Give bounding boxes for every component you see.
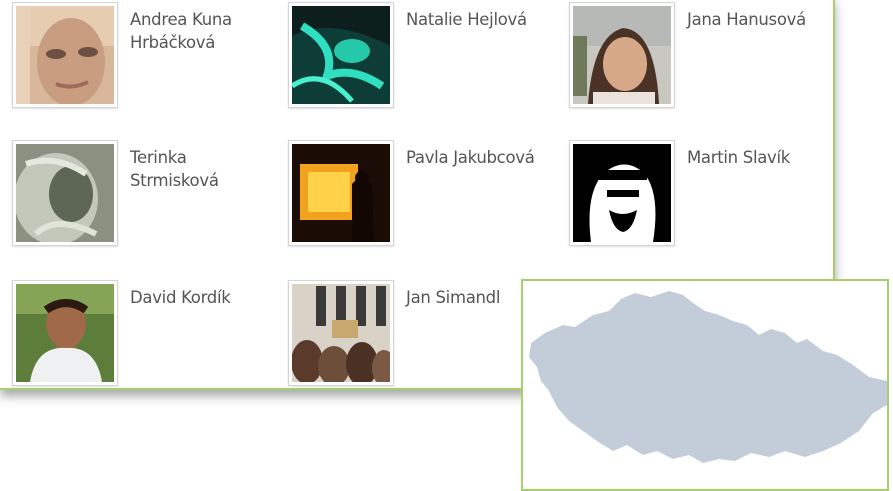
friend-photo[interactable] [12, 140, 118, 246]
avatar [292, 6, 390, 104]
friend-name-link[interactable]: Terinka Strmisková [130, 146, 270, 192]
friend-name-link[interactable]: David Kordík [130, 286, 270, 309]
czech-republic-map[interactable] [523, 281, 887, 489]
friend-name-link[interactable]: Pavla Jakubcová [406, 146, 546, 169]
friend-photo[interactable] [288, 140, 394, 246]
friend-photo[interactable] [288, 2, 394, 108]
friend-photo[interactable] [288, 280, 394, 386]
friend-name-link[interactable]: Martin Slavík [687, 146, 827, 169]
friend-name-link[interactable]: Andrea Kuna Hrbáčková [130, 8, 270, 54]
avatar [16, 6, 114, 104]
avatar [573, 144, 671, 242]
friend-photo[interactable] [12, 2, 118, 108]
friend-photo[interactable] [569, 140, 675, 246]
friend-name-link[interactable]: Natalie Hejlová [406, 8, 546, 31]
czech-republic-shape[interactable] [529, 291, 887, 463]
friend-photo[interactable] [569, 2, 675, 108]
friend-photo[interactable] [12, 280, 118, 386]
avatar [292, 144, 390, 242]
avatar [16, 284, 114, 382]
avatar [292, 284, 390, 382]
avatar [573, 6, 671, 104]
avatar [16, 144, 114, 242]
map-panel [521, 279, 889, 491]
friend-name-link[interactable]: Jana Hanusová [687, 8, 827, 31]
